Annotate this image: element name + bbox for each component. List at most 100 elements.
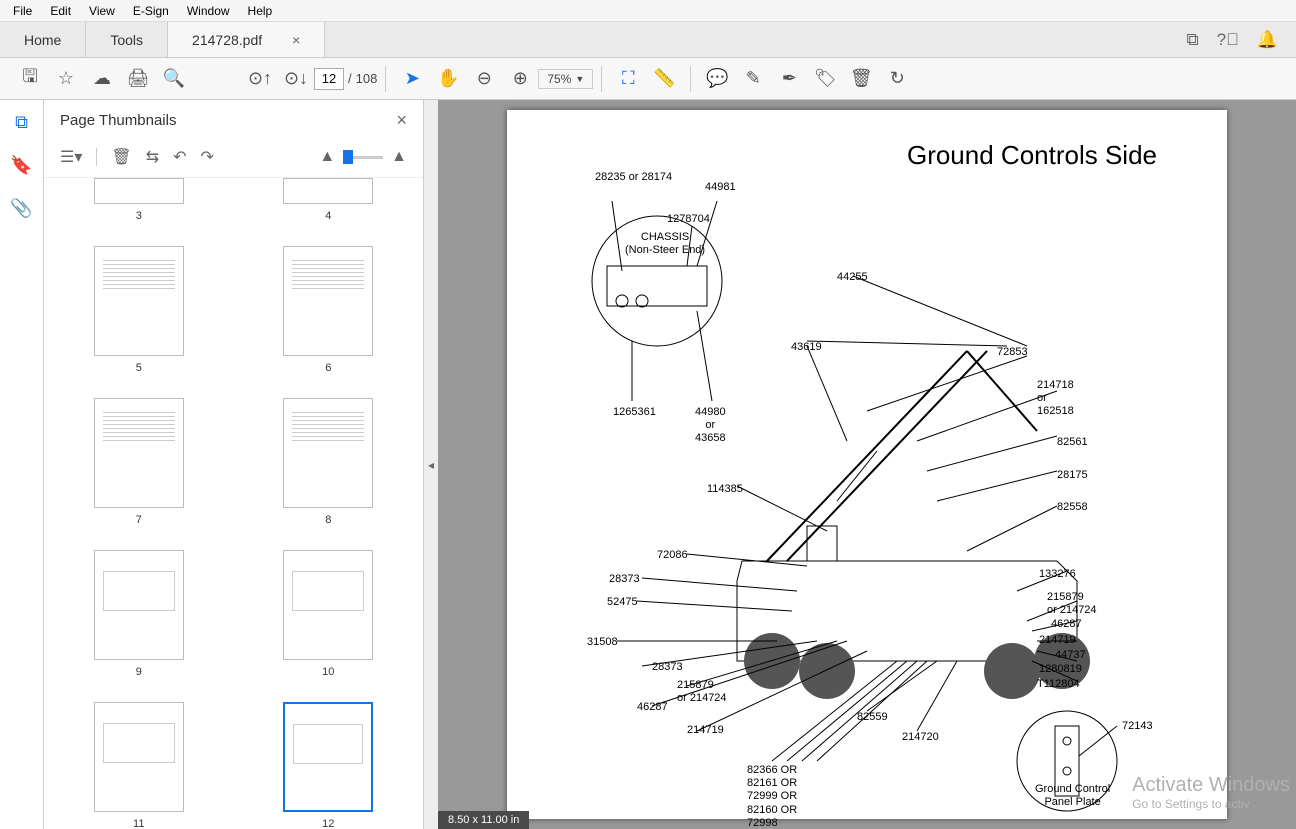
ruler-icon[interactable]: 📏 (646, 61, 682, 97)
collapse-toggle[interactable]: ◂ (424, 100, 438, 829)
thumbnail-item[interactable]: 7 (64, 398, 214, 526)
thumbnail-page[interactable] (94, 550, 184, 660)
callout: 1265361 (613, 406, 656, 419)
thumbnail-label: 7 (136, 514, 142, 526)
thumbnail-label: 5 (136, 362, 142, 374)
tab-home[interactable]: Home (0, 22, 86, 57)
page-input[interactable] (314, 68, 344, 90)
thumbnail-page[interactable] (283, 246, 373, 356)
thumbnail-item[interactable]: 10 (254, 550, 404, 678)
pointer-icon[interactable]: ➤ (394, 61, 430, 97)
thumbnails-icon[interactable]: ⧉ (15, 112, 28, 133)
zoom-dropdown[interactable]: 75% ▼ (538, 69, 593, 89)
star-icon[interactable]: ☆ (48, 61, 84, 97)
thumbnail-page[interactable] (283, 398, 373, 508)
page-title: Ground Controls Side (537, 140, 1157, 171)
trash-icon[interactable]: 🗑 (111, 147, 131, 167)
thumbnail-item[interactable]: 6 (254, 246, 404, 374)
stamp-icon[interactable]: 🏷 (807, 61, 843, 97)
callout: 72853 (997, 346, 1028, 359)
thumbnail-page[interactable] (94, 246, 184, 356)
tabbar: Home Tools 214728.pdf × ⧉ ?⃝ 🔔 (0, 22, 1296, 58)
toolbar: 🖫 ☆ ☁ 🖨 🔍 ⊙↑ ⊙↓ / 108 ➤ ✋ ⊖ ⊕ 75% ▼ ⛶ 📏 … (0, 58, 1296, 100)
callout: 28235 or 28174 (595, 171, 672, 184)
options-icon[interactable]: ☰▾ (60, 147, 82, 167)
thumbnail-item[interactable]: 11 (64, 702, 214, 829)
menu-window[interactable]: Window (178, 1, 239, 21)
rotate-icon[interactable]: ↻ (879, 61, 915, 97)
bookmark-icon[interactable]: 🔖 (10, 155, 32, 176)
thumbnail-page[interactable] (283, 550, 373, 660)
zoom-value: 75% (547, 72, 571, 86)
zoom-in-icon[interactable]: ⊕ (502, 61, 538, 97)
attachment-icon[interactable]: 📎 (10, 198, 32, 219)
side-rail: ⧉ 🔖 📎 (0, 100, 44, 829)
menu-file[interactable]: File (4, 1, 41, 21)
thumbnails-scroll[interactable]: 34 5 6 7 89 10 11 12 (44, 178, 423, 829)
thumbnail-page[interactable] (283, 702, 373, 812)
size-slider[interactable] (343, 156, 383, 159)
fit-width-icon[interactable]: ⛶ (610, 61, 646, 97)
highlight-icon[interactable]: ✎ (735, 61, 771, 97)
document-page: Ground Controls Side (507, 110, 1227, 819)
menu-edit[interactable]: Edit (41, 1, 80, 21)
undo-icon[interactable]: ↶ (173, 147, 186, 167)
callout: 114385 (707, 483, 743, 496)
page-up-icon[interactable]: ⊙↑ (242, 61, 278, 97)
thumbnail-page[interactable] (94, 702, 184, 812)
callout: 133276 (1039, 568, 1076, 581)
zoom-out-icon[interactable]: ⊖ (466, 61, 502, 97)
close-panel-icon[interactable]: × (396, 110, 407, 131)
thumbnail-item[interactable]: 12 (254, 702, 404, 829)
cloud-upload-icon[interactable]: ☁ (84, 61, 120, 97)
menu-help[interactable]: Help (239, 1, 282, 21)
print-icon[interactable]: 🖨 (120, 61, 156, 97)
search-icon[interactable]: 🔍 (156, 61, 192, 97)
redo-icon[interactable]: ↷ (201, 147, 214, 167)
callout: 214720 (902, 731, 939, 744)
size-large-icon[interactable]: ▲ (391, 148, 407, 166)
callout: 52475 (607, 596, 638, 609)
save-icon[interactable]: 🖫 (12, 61, 48, 97)
comment-icon[interactable]: 💬 (699, 61, 735, 97)
sign-icon[interactable]: ✒ (771, 61, 807, 97)
menu-esign[interactable]: E-Sign (124, 1, 178, 21)
callout: 82366 OR 82161 OR 72999 OR 82160 OR 7299… (747, 764, 797, 829)
callout: 1278704 (667, 213, 710, 226)
callout: 82559 (857, 711, 888, 724)
thumbnail-item[interactable]: 5 (64, 246, 214, 374)
menu-view[interactable]: View (80, 1, 124, 21)
hand-icon[interactable]: ✋ (430, 61, 466, 97)
document-viewer[interactable]: Ground Controls Side (438, 100, 1296, 829)
help-icon[interactable]: ?⃝ (1217, 30, 1239, 50)
callout: 28373 (609, 573, 640, 586)
thumbnail-item[interactable]: 9 (64, 550, 214, 678)
thumbnail-item[interactable]: 8 (254, 398, 404, 526)
callout: 43619 (791, 341, 822, 354)
tab-document[interactable]: 214728.pdf × (168, 22, 325, 57)
compress-icon[interactable]: ⇆ (146, 147, 159, 167)
callout: 82558 (1057, 501, 1088, 514)
tab-tools[interactable]: Tools (86, 22, 168, 57)
callout: 215879 or 214724 (1047, 591, 1097, 617)
callout: 44981 (705, 181, 736, 194)
thumbnail-page[interactable] (94, 178, 184, 204)
callout: 214719 (1039, 634, 1076, 647)
callout: 72086 (657, 549, 688, 562)
thumbnail-item[interactable]: 4 (254, 178, 404, 222)
thumbnail-page[interactable] (283, 178, 373, 204)
close-icon[interactable]: × (292, 32, 300, 48)
tab-document-label: 214728.pdf (192, 32, 262, 48)
callout: 1280819 (1039, 663, 1082, 676)
thumbnail-label: 11 (133, 818, 144, 829)
callout: 214718 or 162518 (1037, 379, 1074, 419)
delete-icon[interactable]: 🗑 (843, 61, 879, 97)
thumbnail-page[interactable] (94, 398, 184, 508)
page-down-icon[interactable]: ⊙↓ (278, 61, 314, 97)
bell-icon[interactable]: 🔔 (1257, 30, 1278, 50)
share-icon[interactable]: ⧉ (1186, 30, 1198, 50)
callout: 215879 or 214724 (677, 679, 727, 705)
thumbnail-item[interactable]: 3 (64, 178, 214, 222)
callout: 31508 (587, 636, 618, 649)
size-small-icon[interactable]: ▲ (319, 148, 335, 166)
